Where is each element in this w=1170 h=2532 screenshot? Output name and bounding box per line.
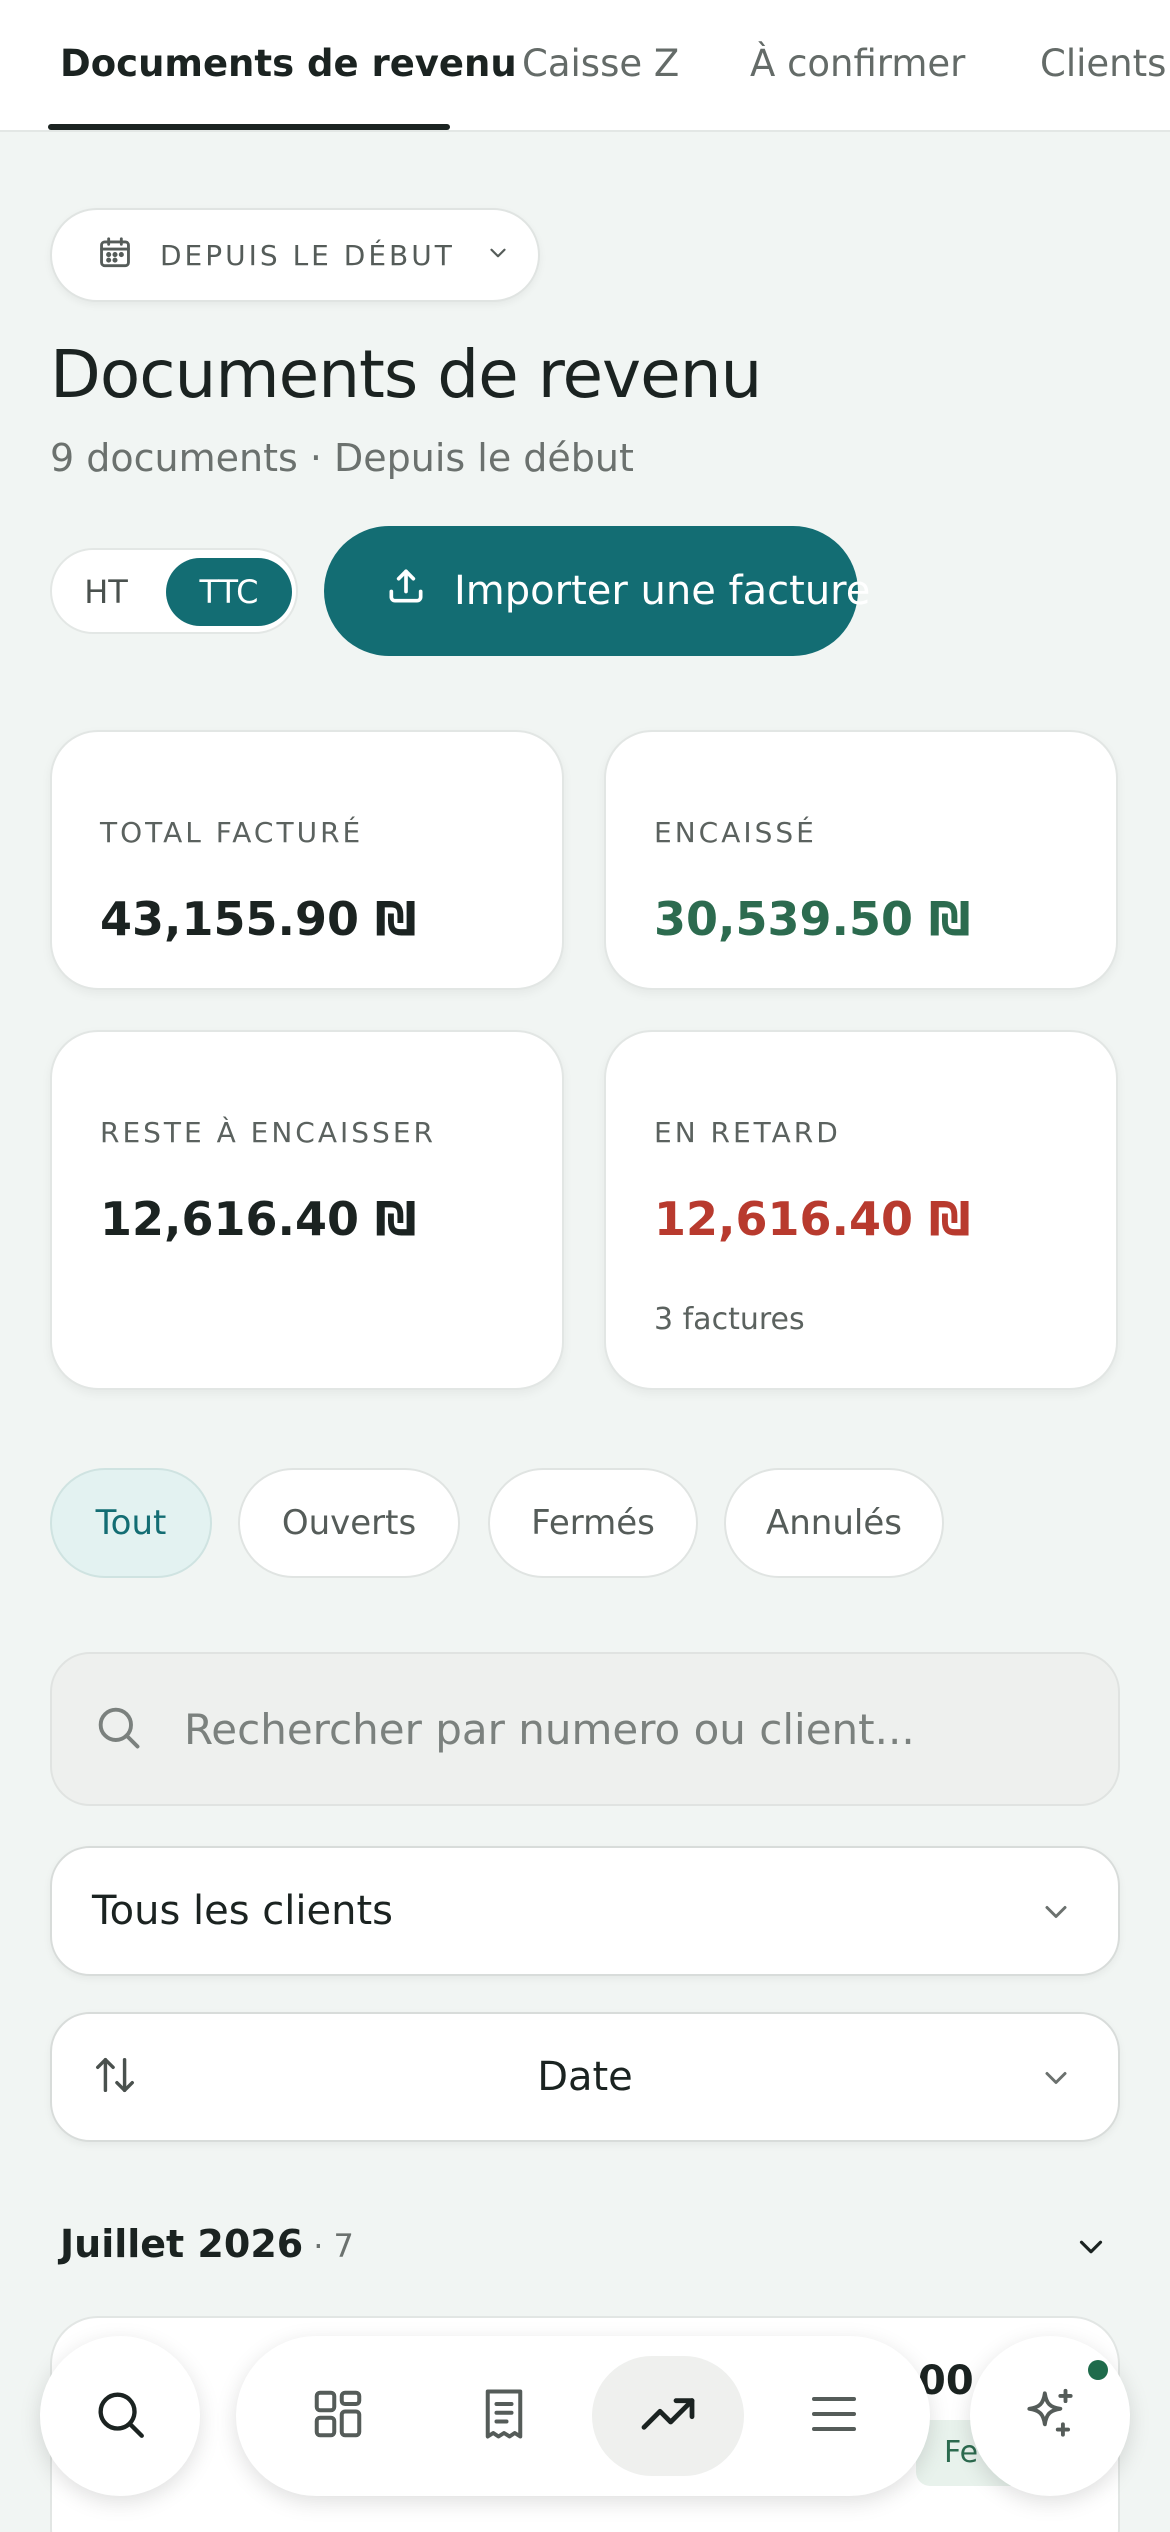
sort-select-value: Date — [537, 2054, 633, 2100]
chevron-down-icon[interactable] — [1072, 2228, 1110, 2270]
filter-chip-tout[interactable]: Tout — [50, 1468, 212, 1578]
upload-icon — [384, 564, 428, 618]
month-group-header[interactable]: Juillet 2026 · 7 — [60, 2222, 354, 2266]
page-subtitle: 9 documents · Depuis le début — [50, 436, 634, 480]
kpi-note: 3 factures — [654, 1302, 805, 1337]
filter-chip-ouverts[interactable]: Ouverts — [238, 1468, 460, 1578]
toggle-ttc[interactable]: TTC — [166, 558, 292, 626]
kpi-cashed: ENCAISSÉ 30,539.50 ₪ — [604, 730, 1118, 990]
sparkle-icon — [1019, 2383, 1081, 2449]
kpi-value: 12,616.40 ₪ — [654, 1192, 971, 1246]
tab-documents-de-revenu[interactable]: Documents de revenu — [60, 42, 517, 85]
date-range-label: DEPUIS LE DÉBUT — [160, 238, 455, 272]
tab-a-confirmer[interactable]: À confirmer — [750, 42, 965, 85]
search-input[interactable] — [184, 1704, 1084, 1754]
month-count: · 7 — [313, 2227, 354, 2265]
bottom-nav-bar — [236, 2336, 930, 2496]
kpi-label: TOTAL FACTURÉ — [100, 816, 364, 849]
kpi-label: ENCAISSÉ — [654, 816, 817, 849]
kpi-value: 30,539.50 ₪ — [654, 892, 971, 946]
tab-caisse-z[interactable]: Caisse Z — [522, 42, 679, 85]
ai-assistant-button[interactable] — [970, 2336, 1130, 2496]
import-invoice-label: Importer une facture — [454, 568, 871, 614]
calendar-icon — [96, 234, 134, 276]
search-icon — [91, 2385, 149, 2447]
receipt-icon — [474, 2384, 534, 2448]
chevron-down-icon — [485, 240, 511, 270]
kpi-late: EN RETARD 12,616.40 ₪ 3 factures — [604, 1030, 1118, 1390]
tab-clients[interactable]: Clients — [1040, 42, 1166, 85]
import-invoice-button[interactable]: Importer une facture — [324, 526, 870, 656]
trending-up-icon — [636, 2382, 700, 2450]
active-tab-indicator — [48, 124, 450, 130]
search-field — [50, 1652, 1120, 1806]
date-range-filter[interactable]: DEPUIS LE DÉBUT — [50, 208, 540, 302]
search-icon — [92, 1701, 144, 1757]
top-tab-bar: Documents de revenu Caisse Z À confirmer… — [0, 0, 1170, 132]
page-title: Documents de revenu — [50, 336, 762, 413]
kpi-remaining: RESTE À ENCAISSER 12,616.40 ₪ — [50, 1030, 564, 1390]
kpi-value: 12,616.40 ₪ — [100, 1192, 417, 1246]
kpi-value: 43,155.90 ₪ — [100, 892, 417, 946]
chevron-down-icon — [1038, 1894, 1074, 1934]
filter-chip-fermes[interactable]: Fermés — [488, 1468, 698, 1578]
global-search-button[interactable] — [40, 2336, 200, 2496]
notification-dot — [1088, 2360, 1108, 2380]
nav-menu[interactable] — [774, 2356, 894, 2476]
kpi-label: EN RETARD — [654, 1116, 841, 1149]
nav-revenue[interactable] — [592, 2356, 744, 2476]
chevron-down-icon — [1038, 2060, 1074, 2100]
client-select[interactable]: Tous les clients — [50, 1846, 1120, 1976]
month-label: Juillet 2026 — [60, 2222, 304, 2266]
sort-select[interactable]: Date — [50, 2012, 1120, 2142]
filter-chip-annules[interactable]: Annulés — [724, 1468, 944, 1578]
nav-receipts[interactable] — [444, 2356, 564, 2476]
tax-mode-toggle: HT TTC — [50, 548, 298, 634]
menu-icon — [804, 2384, 864, 2448]
nav-dashboard[interactable] — [278, 2356, 398, 2476]
kpi-label: RESTE À ENCAISSER — [100, 1116, 436, 1149]
toggle-ht[interactable]: HT — [62, 558, 150, 626]
client-select-value: Tous les clients — [92, 1888, 393, 1934]
kpi-total-invoiced: TOTAL FACTURÉ 43,155.90 ₪ — [50, 730, 564, 990]
grid-icon — [308, 2384, 368, 2448]
